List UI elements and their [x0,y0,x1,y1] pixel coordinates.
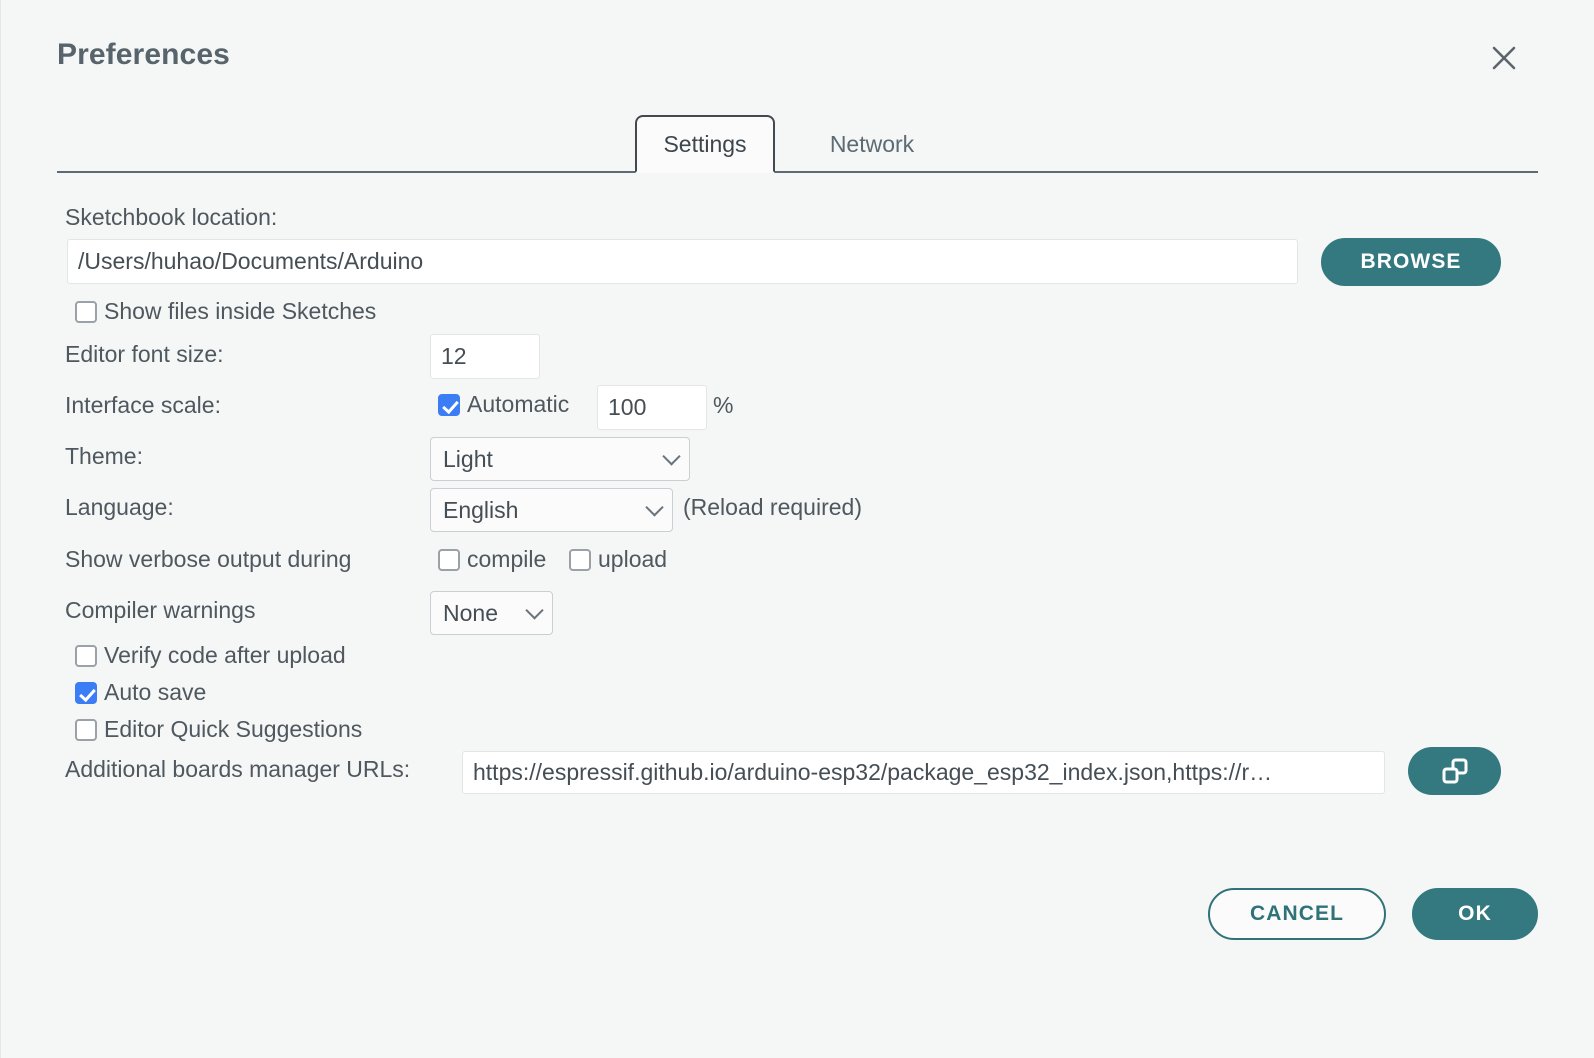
compiler-warnings-value: None [443,599,498,626]
language-note-label: (Reload required) [683,494,862,520]
sketchbook-location-value: /Users/huhao/Documents/Arduino [78,248,424,274]
show-files-inside-sketches-label: Show files inside Sketches [104,298,377,324]
tab-settings[interactable]: Settings [635,115,775,173]
sketchbook-location-row: Sketchbook location: [65,204,277,231]
ok-button-label: OK [1458,902,1492,925]
interface-scale-label: Interface scale: [65,392,221,418]
editor-font-size-input[interactable]: 12 [430,334,540,379]
preferences-dialog: Preferences Settings Network Sketchbook … [0,0,1594,1058]
editor-quick-suggestions-row[interactable]: Editor Quick Suggestions [75,716,362,743]
chevron-down-icon [525,601,544,620]
verify-code-after-upload-row[interactable]: Verify code after upload [75,642,346,669]
sketchbook-location-input[interactable]: /Users/huhao/Documents/Arduino [67,239,1298,284]
additional-urls-expand-button[interactable] [1408,747,1501,795]
verify-code-after-upload-checkbox[interactable] [75,644,97,667]
verbose-output-compile-label: compile [467,546,547,572]
language-label: Language: [65,494,174,520]
browse-button[interactable]: BROWSE [1321,238,1501,286]
compiler-warnings-select[interactable]: None [430,591,553,635]
browse-button-label: BROWSE [1360,250,1462,273]
theme-value: Light [443,445,493,472]
page-title: Preferences [57,38,230,71]
cancel-button[interactable]: CANCEL [1208,888,1386,940]
open-windows-icon [1442,758,1467,784]
sketchbook-location-label: Sketchbook location: [65,204,278,230]
ok-button[interactable]: OK [1412,888,1538,940]
auto-save-label: Auto save [104,679,207,705]
verbose-output-upload-label: upload [598,546,668,572]
chevron-down-icon [645,498,664,517]
tab-strip: Settings Network [57,115,1538,173]
theme-select[interactable]: Light [430,437,690,481]
theme-row: Theme: [65,443,143,470]
tab-network-label: Network [829,130,915,157]
auto-save-row[interactable]: Auto save [75,679,206,706]
cancel-button-label: CANCEL [1249,902,1345,925]
verbose-output-compile-group[interactable]: compile [438,546,546,573]
language-note: (Reload required) [683,494,862,521]
show-files-inside-sketches-row[interactable]: Show files inside Sketches [75,298,376,325]
interface-scale-unit-label: % [713,392,734,418]
tab-network[interactable]: Network [797,115,947,173]
additional-urls-label: Additional boards manager URLs: [65,756,411,782]
interface-scale-unit: % [713,392,733,419]
tab-settings-label: Settings [663,130,747,157]
editor-quick-suggestions-checkbox[interactable] [75,718,97,741]
chevron-down-icon [662,447,681,466]
additional-urls-row: Additional boards manager URLs: [65,756,410,783]
language-select[interactable]: English [430,488,673,532]
dialog-titlebar: Preferences [1,0,1594,112]
editor-font-size-row: Editor font size: [65,341,224,368]
interface-scale-value: 100 [608,394,647,420]
editor-font-size-value: 12 [441,343,467,369]
editor-font-size-label: Editor font size: [65,341,224,367]
additional-urls-input[interactable]: https://espressif.github.io/arduino-esp3… [462,751,1385,794]
show-files-inside-sketches-checkbox[interactable] [75,300,97,323]
close-icon[interactable] [1486,40,1522,76]
interface-scale-automatic-checkbox[interactable] [438,393,460,416]
interface-scale-input[interactable]: 100 [597,385,707,430]
dialog-footer: CANCEL OK [1208,888,1538,940]
compiler-warnings-label: Compiler warnings [65,597,256,623]
verify-code-after-upload-label: Verify code after upload [104,642,346,668]
auto-save-checkbox[interactable] [75,681,97,704]
editor-quick-suggestions-label: Editor Quick Suggestions [104,716,363,742]
verbose-output-upload-group[interactable]: upload [569,546,667,573]
interface-scale-automatic-group[interactable]: Automatic [438,391,569,418]
additional-urls-value: https://espressif.github.io/arduino-esp3… [473,759,1273,785]
verbose-output-upload-checkbox[interactable] [569,548,591,571]
language-value: English [443,496,519,523]
interface-scale-row: Interface scale: [65,392,221,419]
interface-scale-automatic-label: Automatic [467,391,570,417]
verbose-output-label: Show verbose output during [65,546,352,572]
language-row: Language: [65,494,174,521]
verbose-output-row: Show verbose output during [65,546,351,573]
verbose-output-compile-checkbox[interactable] [438,548,460,571]
theme-label: Theme: [65,443,143,469]
compiler-warnings-row: Compiler warnings [65,597,255,624]
